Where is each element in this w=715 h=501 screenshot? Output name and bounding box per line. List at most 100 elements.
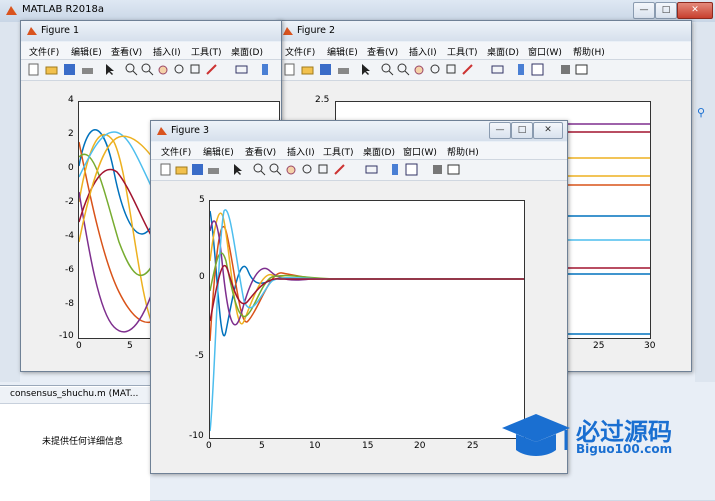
x-tick: 30 [644, 341, 656, 351]
menu-insert[interactable]: 插入(I) [287, 145, 315, 158]
link-plot-icon[interactable] [491, 63, 504, 76]
y-tick: -4 [65, 231, 74, 241]
pointer-icon[interactable] [103, 63, 116, 76]
pan-icon[interactable] [157, 63, 170, 76]
new-file-icon[interactable] [159, 163, 172, 176]
data-cursor-icon[interactable] [189, 63, 202, 76]
pan-icon[interactable] [285, 163, 298, 176]
menu-desktop[interactable]: 桌面(D) [363, 145, 395, 158]
maximize-button[interactable]: □ [511, 122, 533, 139]
menu-help[interactable]: 帮助(H) [573, 45, 605, 58]
menu-edit[interactable]: 编辑(E) [71, 45, 102, 58]
pointer-icon[interactable] [231, 163, 244, 176]
data-cursor-icon[interactable] [445, 63, 458, 76]
y-tick: 2 [68, 129, 74, 139]
menu-edit[interactable]: 编辑(E) [327, 45, 358, 58]
link-plot-icon[interactable] [235, 63, 248, 76]
open-folder-icon[interactable] [301, 63, 314, 76]
print-icon[interactable] [337, 63, 350, 76]
graduation-cap-logo-icon [502, 414, 570, 456]
menu-view[interactable]: 查看(V) [367, 45, 398, 58]
zoom-in-icon[interactable] [125, 63, 138, 76]
figure2-title-bar: Figure 2 [277, 21, 691, 41]
figure3-title: Figure 3 [171, 125, 210, 136]
open-folder-icon[interactable] [175, 163, 188, 176]
figure3-toolbar [151, 160, 567, 181]
brush-icon[interactable] [333, 163, 346, 176]
y-tick: 2.5 [315, 95, 330, 105]
menu-file[interactable]: 文件(F) [161, 145, 191, 158]
zoom-in-icon[interactable] [253, 163, 266, 176]
zoom-out-icon[interactable] [141, 63, 154, 76]
legend-icon[interactable] [405, 163, 418, 176]
brush-icon[interactable] [461, 63, 474, 76]
menu-tools[interactable]: 工具(T) [447, 45, 478, 58]
rotate-icon[interactable] [173, 63, 186, 76]
minimize-button[interactable]: — [489, 122, 511, 139]
menu-window[interactable]: 窗口(W) [403, 145, 437, 158]
menu-insert[interactable]: 插入(I) [153, 45, 181, 58]
menu-insert[interactable]: 插入(I) [409, 45, 437, 58]
colorbar-icon[interactable] [259, 63, 272, 76]
x-tick: 0 [76, 341, 82, 351]
figure3-menu-bar: 文件(F) 编辑(E) 查看(V) 插入(I) 工具(T) 桌面(D) 窗口(W… [151, 142, 567, 160]
show-tools-icon[interactable] [575, 63, 588, 76]
colorbar-icon[interactable] [389, 163, 402, 176]
hide-tools-icon[interactable] [431, 163, 444, 176]
save-icon[interactable] [63, 63, 76, 76]
menu-tools[interactable]: 工具(T) [191, 45, 222, 58]
menu-window[interactable]: 窗口(W) [528, 45, 562, 58]
hide-tools-icon[interactable] [559, 63, 572, 76]
menu-desktop[interactable]: 桌面(D) [487, 45, 519, 58]
menu-file[interactable]: 文件(F) [29, 45, 59, 58]
rotate-icon[interactable] [301, 163, 314, 176]
search-icon[interactable]: ⚲ [697, 106, 705, 119]
rotate-icon[interactable] [429, 63, 442, 76]
menu-edit[interactable]: 编辑(E) [203, 145, 234, 158]
y-tick: 4 [68, 95, 74, 105]
maximize-button[interactable]: □ [655, 2, 677, 19]
figure3-axes[interactable] [209, 200, 525, 439]
figure1-title: Figure 1 [41, 25, 80, 36]
menu-file[interactable]: 文件(F) [285, 45, 315, 58]
menu-help[interactable]: 帮助(H) [447, 145, 479, 158]
pan-icon[interactable] [413, 63, 426, 76]
file-tab[interactable]: consensus_shuchu.m (MAT... [0, 387, 150, 404]
open-folder-icon[interactable] [45, 63, 58, 76]
close-button[interactable]: ✕ [677, 2, 713, 19]
link-plot-icon[interactable] [365, 163, 378, 176]
y-tick: -8 [65, 299, 74, 309]
close-button[interactable]: ✕ [533, 122, 563, 139]
menu-view[interactable]: 查看(V) [245, 145, 276, 158]
menu-tools[interactable]: 工具(T) [323, 145, 354, 158]
show-tools-icon[interactable] [447, 163, 460, 176]
legend-icon[interactable] [531, 63, 544, 76]
y-tick: -10 [59, 331, 74, 341]
x-tick: 5 [127, 341, 133, 351]
new-file-icon[interactable] [27, 63, 40, 76]
x-tick: 0 [206, 441, 212, 451]
brush-icon[interactable] [205, 63, 218, 76]
left-panel-strip [0, 22, 20, 382]
save-icon[interactable] [191, 163, 204, 176]
data-cursor-icon[interactable] [317, 163, 330, 176]
menu-desktop[interactable]: 桌面(D) [231, 45, 263, 58]
x-tick: 20 [414, 441, 426, 451]
zoom-out-icon[interactable] [269, 163, 282, 176]
zoom-out-icon[interactable] [397, 63, 410, 76]
logo-sub-text: Biguo100.com [576, 442, 673, 456]
x-tick: 25 [467, 441, 479, 451]
pointer-icon[interactable] [359, 63, 372, 76]
print-icon[interactable] [207, 163, 220, 176]
matlab-logo-icon [157, 127, 167, 135]
x-tick: 10 [309, 441, 321, 451]
zoom-in-icon[interactable] [381, 63, 394, 76]
figure3-plot [210, 209, 524, 432]
colorbar-icon[interactable] [515, 63, 528, 76]
menu-view[interactable]: 查看(V) [111, 45, 142, 58]
new-file-icon[interactable] [283, 63, 296, 76]
save-icon[interactable] [319, 63, 332, 76]
figure2-toolbar [277, 60, 691, 81]
print-icon[interactable] [81, 63, 94, 76]
minimize-button[interactable]: — [633, 2, 655, 19]
